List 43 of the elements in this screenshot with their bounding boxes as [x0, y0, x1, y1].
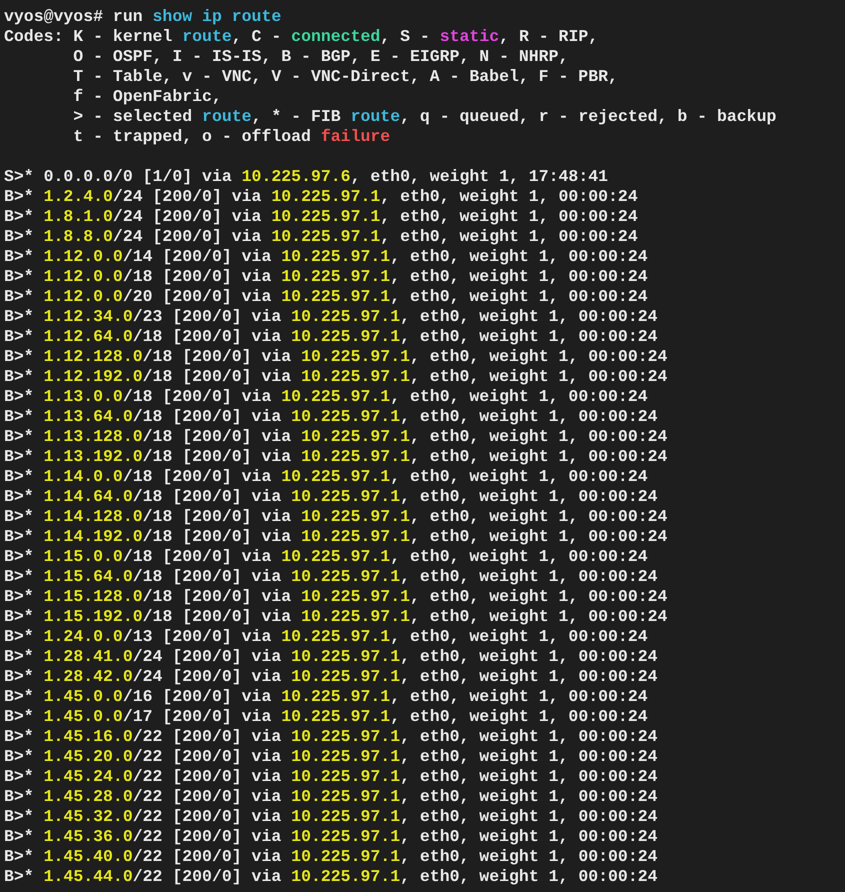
terminal-line: B>* 1.45.20.0/22 [200/0] via 10.225.97.1, eth0, weight 1, 00:00:24	[4, 747, 658, 767]
terminal-line: B>* 1.8.1.0/24 [200/0] via 10.225.97.1, eth0, weight 1, 00:00:24	[4, 207, 638, 227]
terminal-line: B>* 1.45.28.0/22 [200/0] via 10.225.97.1, eth0, weight 1, 00:00:24	[4, 787, 658, 807]
terminal-line: > - selected route, * - FIB route, q - queued, r - rejected, b - backup	[72, 107, 776, 127]
terminal-line: B>* 1.13.0.0/18 [200/0] via 10.225.97.1, eth0, weight 1, 00:00:24	[4, 387, 648, 407]
terminal-line: B>* 1.12.192.0/18 [200/0] via 10.225.97.1, eth0, weight 1, 00:00:24	[4, 367, 668, 387]
terminal-line: B>* 1.8.8.0/24 [200/0] via 10.225.97.1, eth0, weight 1, 00:00:24	[4, 227, 638, 247]
terminal-line: B>* 1.28.42.0/24 [200/0] via 10.225.97.1, eth0, weight 1, 00:00:24	[4, 667, 658, 687]
terminal-line: B>* 1.14.0.0/18 [200/0] via 10.225.97.1, eth0, weight 1, 00:00:24	[4, 467, 648, 487]
terminal-line: B>* 1.14.192.0/18 [200/0] via 10.225.97.1, eth0, weight 1, 00:00:24	[4, 527, 668, 547]
terminal-line: B>* 1.2.4.0/24 [200/0] via 10.225.97.1, eth0, weight 1, 00:00:24	[4, 187, 638, 207]
terminal-line: B>* 1.12.0.0/14 [200/0] via 10.225.97.1, eth0, weight 1, 00:00:24	[4, 247, 648, 267]
terminal-line: B>* 1.45.24.0/22 [200/0] via 10.225.97.1, eth0, weight 1, 00:00:24	[4, 767, 658, 787]
terminal-line: B>* 1.15.64.0/18 [200/0] via 10.225.97.1, eth0, weight 1, 00:00:24	[4, 567, 658, 587]
terminal-line: t - trapped, o - offload failure	[72, 127, 390, 147]
terminal-line: vyos@vyos# run show ip route	[4, 7, 282, 27]
terminal-line: B>* 1.24.0.0/13 [200/0] via 10.225.97.1, eth0, weight 1, 00:00:24	[4, 627, 648, 647]
terminal-line: B>* 1.15.0.0/18 [200/0] via 10.225.97.1, eth0, weight 1, 00:00:24	[4, 547, 648, 567]
terminal-line: T - Table, v - VNC, V - VNC-Direct, A - Babel, F - PBR,	[72, 67, 618, 87]
terminal-line: B>* 1.13.128.0/18 [200/0] via 10.225.97.1, eth0, weight 1, 00:00:24	[4, 427, 668, 447]
terminal-line: Codes: K - kernel route, C - connected, S - static, R - RIP,	[4, 27, 598, 47]
terminal-line: B>* 1.45.0.0/16 [200/0] via 10.225.97.1, eth0, weight 1, 00:00:24	[4, 687, 648, 707]
terminal-line: B>* 1.12.0.0/18 [200/0] via 10.225.97.1, eth0, weight 1, 00:00:24	[4, 267, 648, 287]
terminal-line: B>* 1.45.44.0/22 [200/0] via 10.225.97.1, eth0, weight 1, 00:00:24	[4, 867, 658, 887]
terminal-line: S>* 0.0.0.0/0 [1/0] via 10.225.97.6, eth0, weight 1, 17:48:41	[4, 167, 608, 187]
terminal-line: B>* 1.12.128.0/18 [200/0] via 10.225.97.1, eth0, weight 1, 00:00:24	[4, 347, 668, 367]
terminal-line: B>* 1.45.40.0/22 [200/0] via 10.225.97.1, eth0, weight 1, 00:00:24	[4, 847, 658, 867]
terminal-line: f - OpenFabric,	[72, 87, 222, 107]
terminal-line: B>* 1.45.16.0/22 [200/0] via 10.225.97.1, eth0, weight 1, 00:00:24	[4, 727, 658, 747]
terminal-line: O - OSPF, I - IS-IS, B - BGP, E - EIGRP, N - NHRP,	[72, 47, 568, 67]
terminal-line: B>* 1.12.0.0/20 [200/0] via 10.225.97.1, eth0, weight 1, 00:00:24	[4, 287, 648, 307]
terminal-line: B>* 1.13.64.0/18 [200/0] via 10.225.97.1, eth0, weight 1, 00:00:24	[4, 407, 658, 427]
terminal-line: B>* 1.12.64.0/18 [200/0] via 10.225.97.1, eth0, weight 1, 00:00:24	[4, 327, 658, 347]
terminal-line: B>* 1.45.0.0/17 [200/0] via 10.225.97.1, eth0, weight 1, 00:00:24	[4, 707, 648, 727]
terminal-line: B>* 1.13.192.0/18 [200/0] via 10.225.97.1, eth0, weight 1, 00:00:24	[4, 447, 668, 467]
terminal-line: B>* 1.45.32.0/22 [200/0] via 10.225.97.1, eth0, weight 1, 00:00:24	[4, 807, 658, 827]
terminal-line: B>* 1.15.192.0/18 [200/0] via 10.225.97.1, eth0, weight 1, 00:00:24	[4, 607, 668, 627]
terminal-line: B>* 1.14.128.0/18 [200/0] via 10.225.97.1, eth0, weight 1, 00:00:24	[4, 507, 668, 527]
terminal-line: B>* 1.12.34.0/23 [200/0] via 10.225.97.1, eth0, weight 1, 00:00:24	[4, 307, 658, 327]
terminal-line: B>* 1.14.64.0/18 [200/0] via 10.225.97.1, eth0, weight 1, 00:00:24	[4, 487, 658, 507]
terminal-line: B>* 1.15.128.0/18 [200/0] via 10.225.97.1, eth0, weight 1, 00:00:24	[4, 587, 668, 607]
terminal-line: B>* 1.28.41.0/24 [200/0] via 10.225.97.1, eth0, weight 1, 00:00:24	[4, 647, 658, 667]
terminal-line: B>* 1.45.36.0/22 [200/0] via 10.225.97.1, eth0, weight 1, 00:00:24	[4, 827, 658, 847]
